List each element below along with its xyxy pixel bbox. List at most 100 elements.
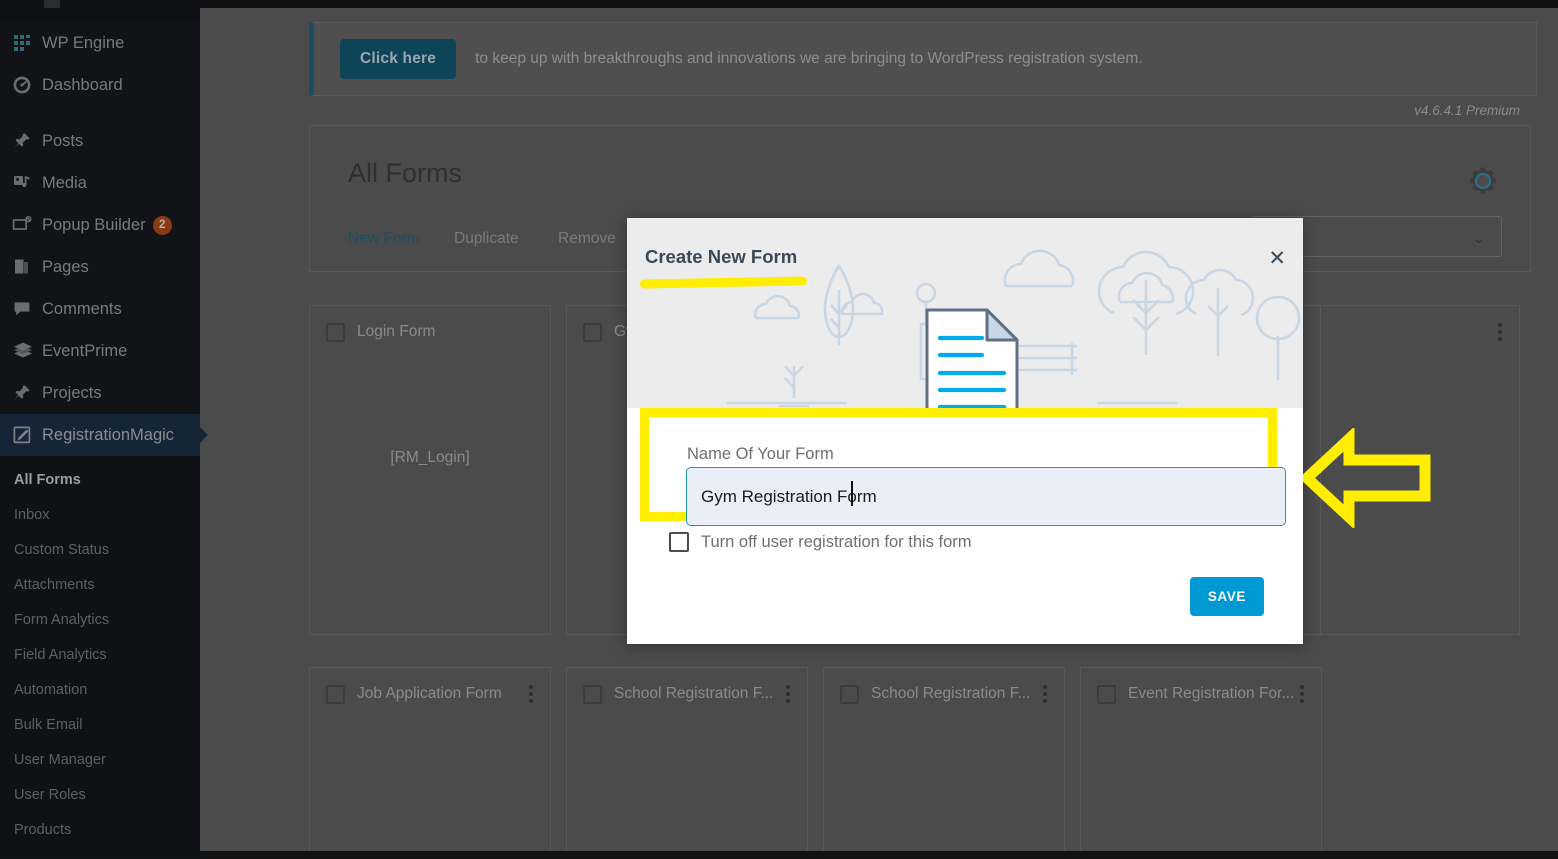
popup-icon xyxy=(12,215,42,235)
modal-title: Create New Form xyxy=(645,246,798,267)
chevron-down-icon: ⌄ xyxy=(1472,230,1485,247)
page-title: All Forms xyxy=(348,158,462,188)
sidebar-item-label: Comments xyxy=(42,299,122,318)
submenu-item-all-forms[interactable]: All Forms xyxy=(0,462,200,497)
close-icon[interactable]: ✕ xyxy=(1268,248,1286,269)
card-menu-icon[interactable] xyxy=(1293,685,1311,703)
wp-engine-icon xyxy=(12,33,42,53)
notice-text: to keep up with breakthroughs and innova… xyxy=(475,50,1143,67)
card-menu-icon[interactable] xyxy=(1491,323,1509,341)
card-checkbox[interactable] xyxy=(326,322,345,342)
card-menu-icon[interactable] xyxy=(1036,685,1054,703)
admin-menu: WP Engine Dashboard Posts Media Popup Bu… xyxy=(0,22,200,857)
field-highlight-box: Name Of Your Form xyxy=(640,408,1286,526)
sidebar-item-dashboard[interactable]: Dashboard xyxy=(0,64,200,106)
card-checkbox[interactable] xyxy=(326,684,345,704)
comment-icon xyxy=(12,299,42,319)
sidebar-item-label: WP Engine xyxy=(42,33,125,52)
sidebar-item-eventprime[interactable]: EventPrime xyxy=(0,330,200,372)
sidebar-item-media[interactable]: Media xyxy=(0,162,200,204)
sidebar-item-label: RegistrationMagic xyxy=(42,425,175,444)
screenshot-root: Click here to keep up with breakthroughs… xyxy=(0,0,1558,859)
card-header: Job Application Form xyxy=(310,668,550,720)
card-shortcode: [RM_Login] xyxy=(390,449,470,466)
form-name-label: Name Of Your Form xyxy=(687,445,834,463)
card-title: School Registration F... xyxy=(614,685,774,702)
sidebar-item-label: EventPrime xyxy=(42,341,128,360)
remove-link[interactable]: Remove xyxy=(558,230,616,248)
version-label: v4.6.4.1 Premium xyxy=(1414,103,1520,118)
sidebar-item-pages[interactable]: Pages xyxy=(0,246,200,288)
text-caret xyxy=(851,481,853,506)
registrationmagic-icon xyxy=(12,425,42,445)
promo-notice: Click here to keep up with breakthroughs… xyxy=(309,22,1537,96)
card-checkbox[interactable] xyxy=(1097,684,1116,704)
menu-separator xyxy=(0,106,200,120)
submenu-item-products[interactable]: Products xyxy=(0,812,200,847)
media-icon xyxy=(12,173,42,193)
card-checkbox[interactable] xyxy=(583,684,602,704)
duplicate-link[interactable]: Duplicate xyxy=(454,230,519,248)
sidebar-item-popup-builder[interactable]: Popup Builder 2 xyxy=(0,204,200,246)
card-menu-icon[interactable] xyxy=(779,685,797,703)
sidebar-item-registrationmagic[interactable]: RegistrationMagic xyxy=(0,414,200,456)
top-black-strip xyxy=(0,0,1558,8)
submenu-item-bulk-email[interactable]: Bulk Email xyxy=(0,707,200,742)
modal-hero: Create New Form ✕ xyxy=(627,218,1303,408)
turn-off-registration-label: Turn off user registration for this form xyxy=(701,532,972,551)
registrationmagic-submenu: All Forms Inbox Custom Status Attachment… xyxy=(0,456,200,857)
click-here-button[interactable]: Click here xyxy=(340,39,457,79)
submenu-item-field-analytics[interactable]: Field Analytics xyxy=(0,637,200,672)
card-header: School Registration F... xyxy=(567,668,807,720)
form-card[interactable]: Login Form [RM_Login] xyxy=(309,305,551,635)
submenu-item-attachments[interactable]: Attachments xyxy=(0,567,200,602)
bottom-black-strip xyxy=(200,851,1558,859)
submenu-item-inbox[interactable]: Inbox xyxy=(0,497,200,532)
form-name-input[interactable] xyxy=(686,467,1286,526)
sidebar-item-wp-engine[interactable]: WP Engine xyxy=(0,22,200,64)
form-card[interactable]: Event Registration For... xyxy=(1080,667,1322,859)
modal-body: Name Of Your Form Turn off user registra… xyxy=(627,408,1303,644)
sidebar-item-label: Popup Builder xyxy=(42,215,146,234)
submenu-item-form-analytics[interactable]: Form Analytics xyxy=(0,602,200,637)
submenu-item-user-manager[interactable]: User Manager xyxy=(0,742,200,777)
create-new-form-modal: Create New Form ✕ Name Of Your Form Turn… xyxy=(627,218,1303,644)
dashboard-icon xyxy=(12,75,42,95)
top-strip-icon-stub xyxy=(44,0,60,8)
left-arrow-annotation xyxy=(1303,428,1431,528)
form-card[interactable]: Job Application Form xyxy=(309,667,551,859)
submenu-item-automation[interactable]: Automation xyxy=(0,672,200,707)
form-card[interactable]: School Registration F... xyxy=(823,667,1065,859)
card-checkbox[interactable] xyxy=(840,684,859,704)
sidebar-badge: 2 xyxy=(152,215,172,235)
submenu-item-user-roles[interactable]: User Roles xyxy=(0,777,200,812)
pages-icon xyxy=(12,257,42,277)
sidebar-item-label: Projects xyxy=(42,383,102,402)
save-button[interactable]: SAVE xyxy=(1189,577,1264,616)
card-menu-icon[interactable] xyxy=(522,685,540,703)
pin-icon xyxy=(12,383,42,403)
sidebar-item-projects[interactable]: Projects xyxy=(0,372,200,414)
admin-sidebar: WP Engine Dashboard Posts Media Popup Bu… xyxy=(0,0,200,859)
card-title: Job Application Form xyxy=(357,685,502,702)
card-title: Login Form xyxy=(357,323,436,340)
sidebar-item-comments[interactable]: Comments xyxy=(0,288,200,330)
turn-off-registration-row[interactable]: Turn off user registration for this form xyxy=(669,532,972,552)
submenu-item-custom-status[interactable]: Custom Status xyxy=(0,532,200,567)
card-header: Login Form xyxy=(310,306,550,358)
card-title: Event Registration For... xyxy=(1128,685,1293,702)
sidebar-item-posts[interactable]: Posts xyxy=(0,120,200,162)
sidebar-item-label: Pages xyxy=(42,257,89,276)
sidebar-item-label: Posts xyxy=(42,131,84,150)
pin-icon xyxy=(12,131,42,151)
form-card[interactable]: School Registration F... xyxy=(566,667,808,859)
sidebar-item-label: Media xyxy=(42,173,87,192)
card-header: School Registration F... xyxy=(824,668,1064,720)
turn-off-registration-checkbox[interactable] xyxy=(669,532,689,552)
card-header xyxy=(1321,306,1519,358)
new-form-link[interactable]: New Form xyxy=(348,230,419,248)
card-header: Event Registration For... xyxy=(1081,668,1321,720)
card-checkbox[interactable] xyxy=(583,322,602,342)
gear-icon[interactable] xyxy=(1466,164,1500,198)
card-title: School Registration F... xyxy=(871,685,1031,702)
